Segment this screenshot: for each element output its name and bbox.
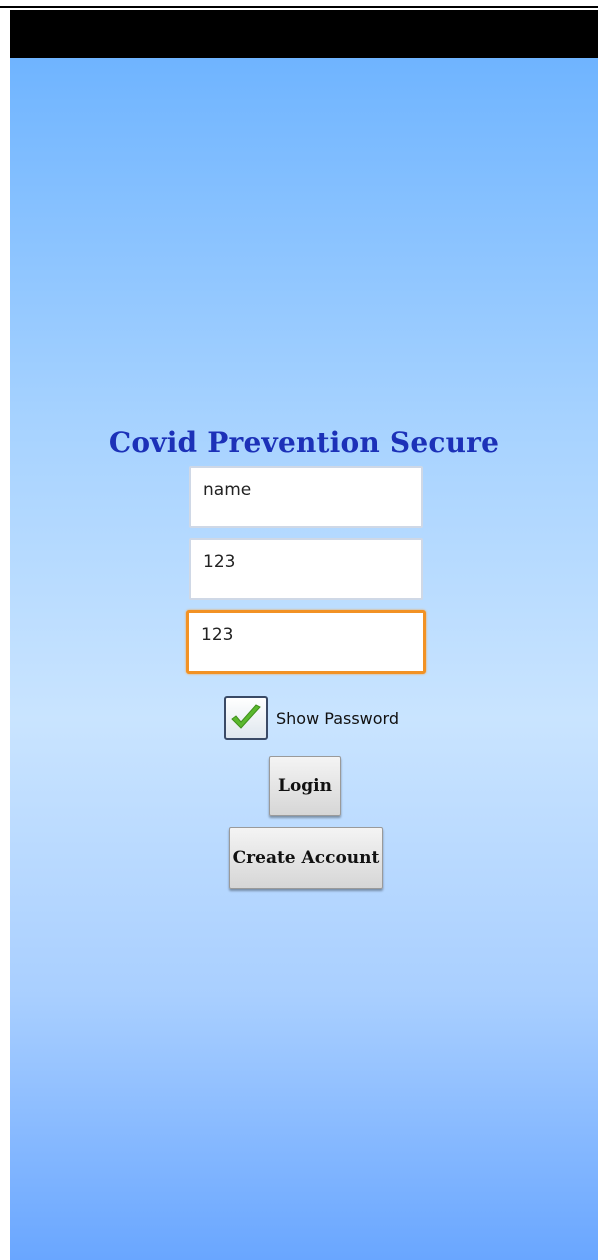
create-account-button[interactable]: Create Account (229, 827, 383, 889)
show-password-row[interactable]: Show Password (224, 696, 399, 740)
show-password-checkbox[interactable] (224, 696, 268, 740)
confirm-password-field[interactable]: 123 (186, 610, 426, 674)
password-field[interactable]: 123 (189, 538, 423, 600)
top-border (0, 0, 598, 8)
checkmark-icon (231, 704, 261, 729)
app-title: Covid Prevention Secure (108, 426, 500, 459)
username-field[interactable]: name (189, 466, 423, 528)
show-password-label: Show Password (276, 708, 399, 728)
login-screen: Covid Prevention Secure name 123 123 Sho… (10, 58, 598, 1260)
login-button[interactable]: Login (269, 756, 341, 816)
status-bar (10, 10, 598, 58)
